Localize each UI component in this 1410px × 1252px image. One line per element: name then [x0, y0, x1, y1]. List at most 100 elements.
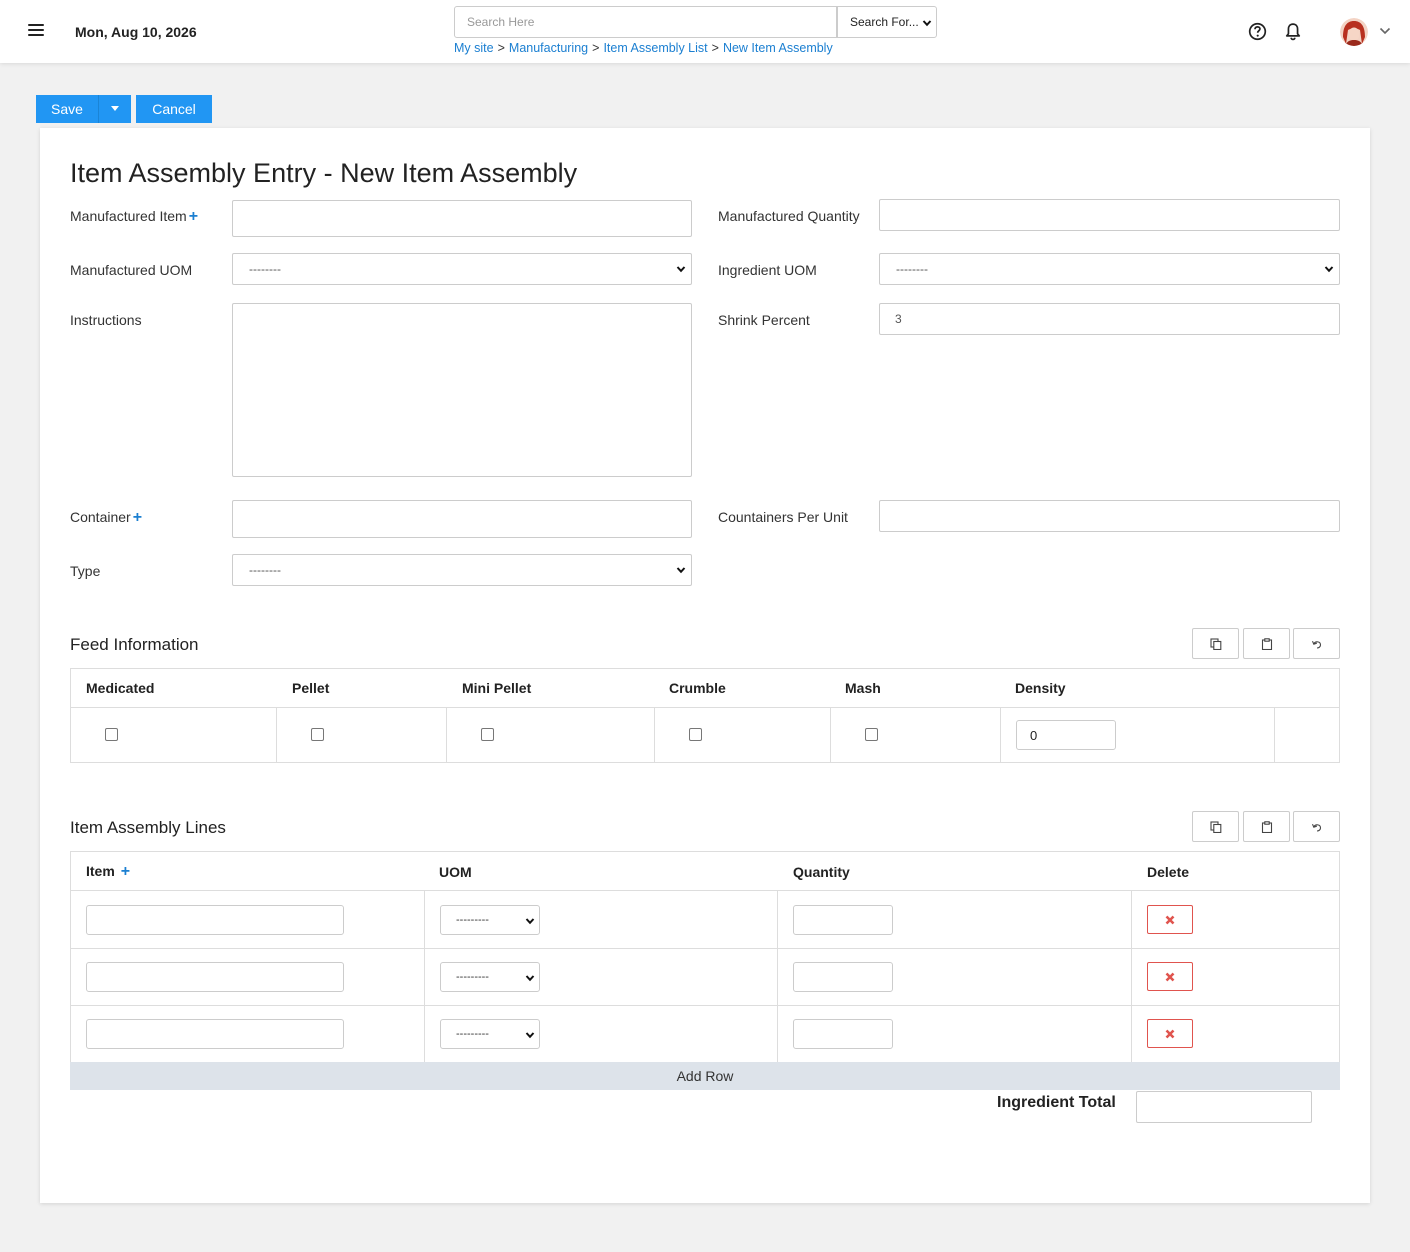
instructions-label: Instructions: [70, 312, 142, 328]
type-label: Type: [70, 563, 101, 579]
ingredient-uom-select[interactable]: --------: [879, 253, 1340, 285]
line-uom-value: ---------: [456, 1028, 489, 1040]
page-title: Item Assembly Entry - New Item Assembly: [70, 158, 578, 188]
delete-row-button[interactable]: [1147, 962, 1193, 991]
copy-icon: [1209, 820, 1221, 833]
add-container-icon[interactable]: +: [133, 509, 142, 526]
line-quantity-input[interactable]: [793, 962, 893, 992]
table-divider: [71, 890, 1339, 891]
item-assembly-lines-title: Item Assembly Lines: [70, 818, 226, 837]
feed-information-title: Feed Information: [70, 635, 199, 654]
current-date: Mon, Aug 10, 2026: [75, 24, 197, 40]
breadcrumb-manufacturing[interactable]: Manufacturing: [509, 41, 588, 55]
add-item-icon[interactable]: +: [121, 863, 130, 880]
line-quantity-input[interactable]: [793, 905, 893, 935]
column-header-uom: UOM: [439, 864, 472, 880]
chevron-down-icon: [525, 918, 535, 925]
ingredient-uom-label: Ingredient UOM: [718, 262, 817, 278]
clipboard-icon: [1261, 820, 1272, 833]
close-icon: [1165, 1029, 1175, 1038]
manufactured-item-input[interactable]: [232, 200, 692, 237]
line-uom-select[interactable]: ---------: [440, 905, 540, 935]
line-quantity-input[interactable]: [793, 1019, 893, 1049]
cancel-button[interactable]: Cancel: [136, 95, 212, 123]
undo-icon: [1311, 640, 1321, 649]
line-uom-select[interactable]: ---------: [440, 1019, 540, 1049]
column-header-crumble: Crumble: [669, 680, 726, 696]
line-item-input[interactable]: [86, 905, 344, 935]
column-divider: [1274, 708, 1275, 762]
clipboard-icon: [1261, 637, 1272, 650]
delete-row-button[interactable]: [1147, 905, 1193, 934]
line-uom-value: ---------: [456, 914, 489, 926]
save-button[interactable]: Save: [36, 95, 98, 123]
chevron-down-icon[interactable]: [1379, 27, 1391, 35]
breadcrumb: My site > Manufacturing > Item Assembly List…: [454, 41, 833, 55]
column-header-delete: Delete: [1147, 864, 1190, 880]
delete-row-button[interactable]: [1147, 1019, 1193, 1048]
copy-button[interactable]: [1192, 628, 1239, 659]
column-divider: [446, 708, 447, 762]
paste-button[interactable]: [1243, 628, 1290, 659]
manufactured-quantity-input[interactable]: [879, 199, 1340, 231]
column-header-density: Density: [1015, 680, 1066, 696]
item-assembly-card: Item Assembly Entry - New Item Assembly …: [40, 128, 1370, 1203]
breadcrumb-separator: >: [497, 41, 505, 55]
column-divider: [777, 891, 778, 1062]
container-input[interactable]: [232, 500, 692, 538]
mini-pellet-checkbox[interactable]: [481, 728, 494, 741]
undo-button[interactable]: [1293, 811, 1340, 842]
table-divider: [71, 707, 1339, 708]
manufactured-uom-label: Manufactured UOM: [70, 262, 193, 278]
breadcrumb-item-assembly-list[interactable]: Item Assembly List: [603, 41, 707, 55]
instructions-textarea[interactable]: [232, 303, 692, 477]
pellet-checkbox[interactable]: [311, 728, 324, 741]
chevron-down-icon: [525, 975, 535, 982]
type-select[interactable]: --------: [232, 554, 692, 586]
manufactured-quantity-label: Manufactured Quantity: [718, 208, 860, 224]
paste-button[interactable]: [1243, 811, 1290, 842]
search-for-value: Search For...: [850, 15, 919, 29]
line-uom-value: ---------: [456, 971, 489, 983]
line-uom-select[interactable]: ---------: [440, 962, 540, 992]
ingredient-total-input[interactable]: [1136, 1091, 1312, 1123]
help-icon[interactable]: [1248, 22, 1267, 41]
breadcrumb-new-item-assembly[interactable]: New Item Assembly: [723, 41, 833, 55]
medicated-checkbox[interactable]: [105, 728, 118, 741]
column-header-mash: Mash: [845, 680, 881, 696]
column-divider: [1000, 708, 1001, 762]
search-for-select[interactable]: Search For...: [837, 6, 937, 38]
column-divider: [276, 708, 277, 762]
search-input[interactable]: [454, 6, 837, 38]
containers-per-unit-input[interactable]: [879, 500, 1340, 532]
menu-icon[interactable]: [28, 24, 44, 38]
manufactured-uom-select[interactable]: --------: [232, 253, 692, 285]
add-manufactured-item-icon[interactable]: +: [189, 208, 198, 225]
shrink-percent-input[interactable]: 3: [879, 303, 1340, 335]
column-header-mini-pellet: Mini Pellet: [462, 680, 532, 696]
bell-icon[interactable]: [1284, 22, 1302, 41]
type-value: --------: [249, 563, 281, 577]
column-header-pellet: Pellet: [292, 680, 330, 696]
density-input[interactable]: 0: [1016, 720, 1116, 750]
mash-checkbox[interactable]: [865, 728, 878, 741]
line-item-input[interactable]: [86, 962, 344, 992]
close-icon: [1165, 915, 1175, 924]
line-item-input[interactable]: [86, 1019, 344, 1049]
undo-button[interactable]: [1293, 628, 1340, 659]
chevron-down-icon: [1324, 266, 1334, 273]
shrink-percent-label: Shrink Percent: [718, 312, 810, 328]
column-header-item-text: Item: [86, 863, 115, 879]
container-label-text: Container: [70, 509, 131, 525]
copy-button[interactable]: [1192, 811, 1239, 842]
breadcrumb-my-site[interactable]: My site: [454, 41, 494, 55]
crumble-checkbox[interactable]: [689, 728, 702, 741]
undo-icon: [1311, 823, 1321, 832]
column-header-quantity: Quantity: [793, 864, 850, 880]
avatar[interactable]: [1340, 18, 1368, 46]
container-label: Container +: [70, 509, 142, 527]
chevron-down-icon: [676, 567, 686, 574]
add-row-button[interactable]: Add Row: [70, 1062, 1340, 1090]
save-options-dropdown[interactable]: [98, 95, 131, 123]
manufactured-item-label: Manufactured Item +: [70, 208, 198, 226]
